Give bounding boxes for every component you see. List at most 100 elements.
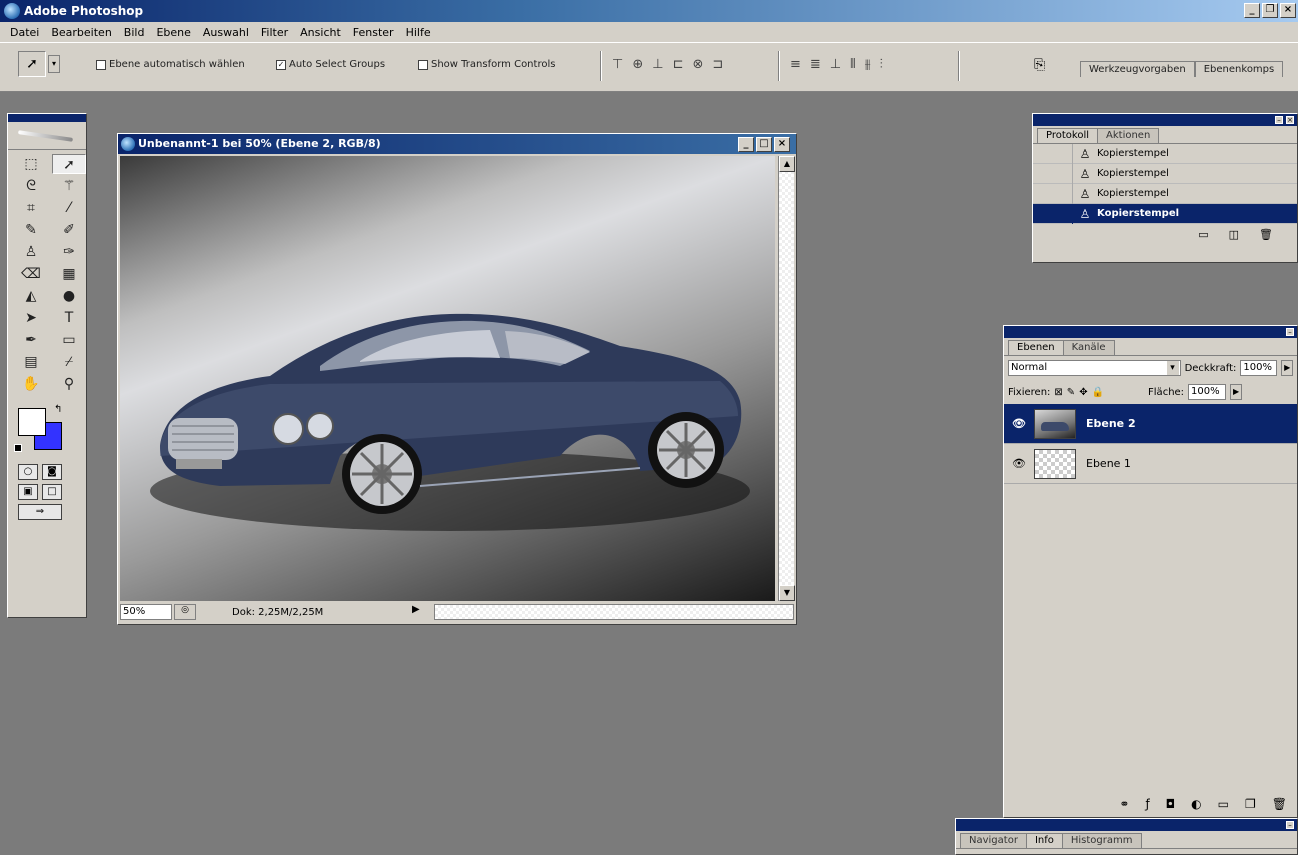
show-transform-checkbox[interactable]: Show Transform Controls [418, 59, 555, 70]
tab-navigator[interactable]: Navigator [960, 833, 1027, 848]
doc-close-button[interactable]: × [774, 137, 790, 152]
distribute-hcenter-icon[interactable]: ⫵ [865, 57, 871, 72]
eraser-tool-icon[interactable]: ⌫ [14, 264, 48, 284]
tab-protokoll[interactable]: Protokoll [1037, 128, 1099, 143]
palette-minimize-icon[interactable]: – [1275, 116, 1283, 124]
tab-info[interactable]: Info [1025, 833, 1063, 848]
tab-histogramm[interactable]: Histogramm [1061, 833, 1142, 848]
gradient-tool-icon[interactable]: ▦ [52, 264, 86, 284]
lock-transparency-icon[interactable]: ⊠ [1054, 387, 1062, 398]
distribute-vcenter-icon[interactable]: ≣ [810, 57, 821, 72]
checkbox-checked-icon[interactable]: ✓ [276, 59, 286, 70]
tab-kanaele[interactable]: Kanäle [1062, 340, 1115, 355]
palette-close-icon[interactable]: × [1286, 116, 1294, 124]
delete-state-icon[interactable]: 🗑 [1259, 228, 1273, 241]
align-bottom-icon[interactable]: ⊥ [652, 57, 663, 72]
clone-stamp-tool-icon[interactable]: ♙ [14, 242, 48, 262]
standard-mode-icon[interactable]: ○ [18, 464, 38, 480]
new-snapshot-icon[interactable]: ◫ [1229, 228, 1239, 241]
menu-datei[interactable]: Datei [4, 26, 45, 39]
status-menu-arrow-icon[interactable]: ▶ [412, 604, 428, 620]
tab-ebenen[interactable]: Ebenen [1008, 340, 1064, 355]
distribute-bottom-icon[interactable]: ⊥ [830, 57, 841, 72]
blur-tool-icon[interactable]: ◭ [14, 286, 48, 306]
blend-mode-select[interactable]: Normal [1008, 360, 1181, 376]
fill-input[interactable]: 100% [1188, 384, 1227, 400]
history-palette-titlebar[interactable]: – × [1033, 114, 1297, 126]
menu-bild[interactable]: Bild [118, 26, 151, 39]
healing-brush-tool-icon[interactable]: ✎ [14, 220, 48, 240]
brush-tool-icon[interactable]: ✐ [52, 220, 86, 240]
opacity-arrow-icon[interactable]: ▶ [1281, 360, 1293, 376]
layer-row-selected[interactable]: 👁 Ebene 2 [1004, 404, 1297, 444]
layer-row[interactable]: 👁 Ebene 1 [1004, 444, 1297, 484]
pen-tool-icon[interactable]: ✒ [14, 330, 48, 350]
screen-mode-standard-icon[interactable]: ▣ [18, 484, 38, 500]
navigator-palette-titlebar[interactable]: – [956, 819, 1297, 831]
layer-style-icon[interactable]: ƒ [1145, 797, 1149, 811]
layers-palette-titlebar[interactable]: – [1004, 326, 1297, 338]
menu-hilfe[interactable]: Hilfe [400, 26, 437, 39]
lasso-tool-icon[interactable]: ᘓ [14, 176, 48, 196]
lock-image-icon[interactable]: ✎ [1067, 387, 1075, 398]
palette-minimize-icon[interactable]: – [1286, 328, 1294, 336]
scroll-up-icon[interactable]: ▲ [779, 156, 795, 172]
delete-layer-icon[interactable]: 🗑 [1272, 797, 1287, 811]
auto-select-layer-checkbox[interactable]: Ebene automatisch wählen [96, 59, 245, 70]
lock-all-icon[interactable]: 🔒 [1092, 387, 1104, 398]
history-item[interactable]: ♙ Kopierstempel [1033, 183, 1297, 204]
align-right-icon[interactable]: ⊐ [712, 57, 723, 72]
align-top-icon[interactable]: ⊤ [612, 57, 623, 72]
lock-position-icon[interactable]: ✥ [1079, 387, 1087, 398]
close-button[interactable]: × [1280, 3, 1296, 18]
palette-well-icon[interactable]: ⎘ [1034, 57, 1045, 73]
link-layers-icon[interactable]: ⚭ [1119, 797, 1129, 811]
history-item-selected[interactable]: ♙ Kopierstempel [1033, 203, 1297, 224]
align-vcenter-icon[interactable]: ⊕ [632, 57, 643, 72]
new-layer-icon[interactable]: ❐ [1245, 797, 1256, 811]
slice-tool-icon[interactable]: ⁄ [52, 198, 86, 218]
crop-tool-icon[interactable]: ⌗ [14, 198, 48, 218]
history-item[interactable]: ♙ Kopierstempel [1033, 143, 1297, 164]
new-group-icon[interactable]: ▭ [1218, 797, 1229, 811]
default-colors-icon[interactable] [14, 444, 22, 452]
hand-tool-icon[interactable]: ✋ [14, 374, 48, 394]
notes-tool-icon[interactable]: ▤ [14, 352, 48, 372]
document-titlebar[interactable]: Unbenannt-1 bei 50% (Ebene 2, RGB/8) _ □… [118, 134, 796, 154]
toolbox-titlebar[interactable] [8, 114, 86, 122]
tool-preset-dropdown[interactable]: ▾ [48, 55, 60, 73]
menu-fenster[interactable]: Fenster [347, 26, 400, 39]
move-tool-preset-icon[interactable]: ➚ [18, 51, 46, 77]
scroll-down-icon[interactable]: ▼ [779, 585, 795, 601]
swap-colors-icon[interactable]: ↰ [54, 404, 62, 415]
jump-to-imageready-icon[interactable]: ⇒ [18, 504, 62, 520]
tab-aktionen[interactable]: Aktionen [1097, 128, 1160, 143]
menu-ansicht[interactable]: Ansicht [294, 26, 347, 39]
quick-mask-mode-icon[interactable]: ◙ [42, 464, 62, 480]
minimize-button[interactable]: _ [1244, 3, 1260, 18]
distribute-top-icon[interactable]: ≡ [790, 57, 801, 72]
align-hcenter-icon[interactable]: ⊗ [692, 57, 703, 72]
status-info-icon[interactable]: ◎ [174, 604, 196, 620]
align-left-icon[interactable]: ⊏ [673, 57, 684, 72]
history-item[interactable]: ♙ Kopierstempel [1033, 163, 1297, 184]
visibility-eye-icon[interactable]: 👁 [1004, 457, 1034, 470]
opacity-input[interactable]: 100% [1240, 360, 1278, 376]
menu-auswahl[interactable]: Auswahl [197, 26, 255, 39]
doc-minimize-button[interactable]: _ [738, 137, 754, 152]
horizontal-scrollbar[interactable] [434, 604, 794, 620]
tab-ebenenkomps[interactable]: Ebenenkomps [1194, 61, 1284, 77]
zoom-field[interactable]: 50% [120, 604, 172, 620]
image-canvas[interactable] [120, 156, 775, 601]
doc-maximize-button[interactable]: □ [756, 137, 772, 152]
visibility-eye-icon[interactable]: 👁 [1004, 417, 1034, 430]
fill-arrow-icon[interactable]: ▶ [1230, 384, 1243, 400]
new-document-from-state-icon[interactable]: ▭ [1198, 228, 1208, 241]
distribute-left-icon[interactable]: ⫴ [850, 57, 855, 72]
eyedropper-tool-icon[interactable]: ⌿ [52, 352, 86, 372]
foreground-color-swatch[interactable] [18, 408, 46, 436]
menu-bearbeiten[interactable]: Bearbeiten [45, 26, 117, 39]
screen-mode-full-menu-icon[interactable]: □ [42, 484, 62, 500]
magic-wand-tool-icon[interactable]: ⚚ [52, 176, 86, 196]
zoom-tool-icon[interactable]: ⚲ [52, 374, 86, 394]
